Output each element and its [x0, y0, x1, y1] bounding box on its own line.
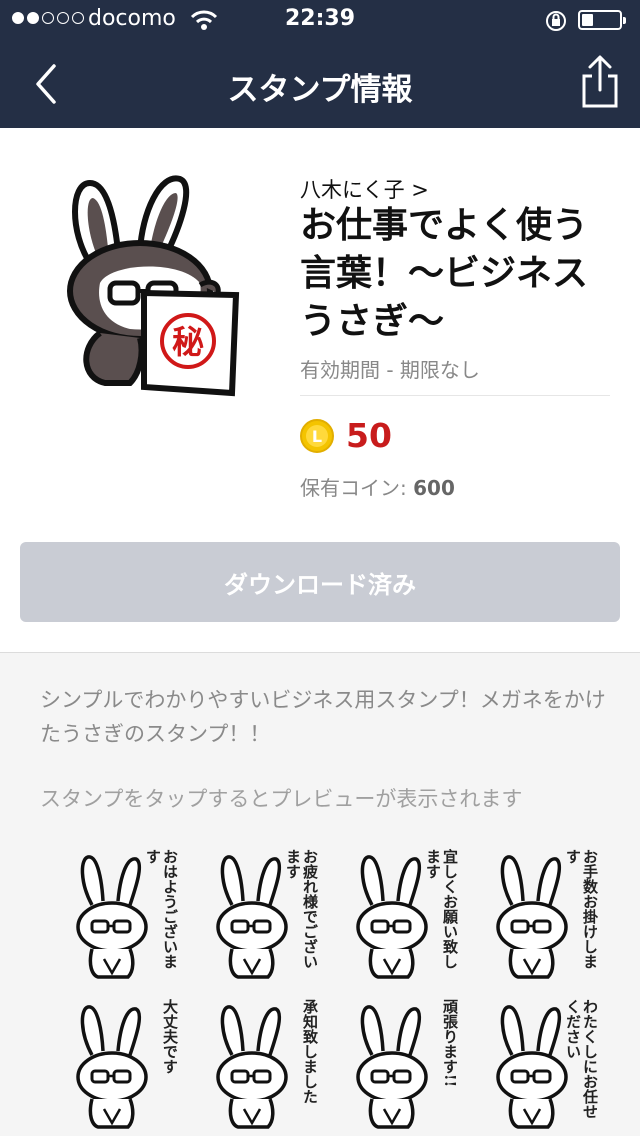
rotation-lock-icon	[546, 11, 566, 31]
svg-text:L: L	[312, 427, 322, 446]
divider	[300, 395, 610, 396]
status-bar: docomo 22:39	[0, 0, 640, 40]
owned-coins: 保有コイン: 600	[300, 476, 455, 500]
sticker-preview[interactable]: 承知致しました	[180, 993, 320, 1133]
page-title: スタンプ情報	[227, 72, 413, 108]
sticker-caption: お疲れ様でございます	[284, 849, 319, 969]
sticker-preview[interactable]: おはようございます	[40, 843, 180, 983]
sticker-description: シンプルでわかりやすいビジネス用スタンプ！メガネをかけたうさぎのスタンプ！！	[40, 688, 606, 746]
sticker-header: 秘 八木にく子 > お仕事でよく使う言葉！〜ビジネスうさぎ〜 有効期間 - 期限…	[0, 128, 640, 648]
sticker-title: お仕事でよく使う言葉！〜ビジネスうさぎ〜	[300, 205, 589, 342]
sticker-caption: 頑張ります!!	[441, 999, 459, 1088]
sticker-preview[interactable]: 大丈夫です	[40, 993, 180, 1133]
sticker-preview[interactable]: お手数お掛けします	[460, 843, 600, 983]
sticker-caption: 承知致しました	[301, 999, 319, 1104]
sticker-preview[interactable]: 頑張ります!!	[320, 993, 460, 1133]
validity-period: 有効期間 - 期限なし	[300, 358, 480, 382]
sticker-preview[interactable]: お疲れ様でございます	[180, 843, 320, 983]
sticker-thumbnail: 秘	[67, 175, 240, 397]
line-coin-icon: L	[300, 419, 334, 453]
sticker-caption: おはようございます	[144, 849, 179, 969]
author-link[interactable]: 八木にく子 >	[300, 174, 429, 204]
navigation-bar: スタンプ情報	[0, 40, 640, 128]
sticker-caption: お手数お掛けします	[564, 849, 599, 969]
share-icon[interactable]	[578, 54, 622, 110]
seal-character: 秘	[172, 323, 204, 361]
sticker-preview[interactable]: 宜しくお願い致します	[320, 843, 460, 983]
sticker-caption: 大丈夫です	[161, 999, 179, 1074]
sticker-details: シンプルでわかりやすいビジネス用スタンプ！メガネをかけたうさぎのスタンプ！！ ス…	[0, 653, 640, 1136]
sticker-caption: わたくしにお任せください	[564, 999, 599, 1119]
download-button[interactable]: ダウンロード済み	[20, 542, 620, 622]
battery-icon	[578, 10, 626, 30]
price: 50	[346, 416, 392, 455]
preview-hint: スタンプをタップするとプレビューが表示されます	[40, 787, 523, 811]
sticker-preview[interactable]: わたくしにお任せください	[460, 993, 600, 1133]
sticker-caption: 宜しくお願い致します	[424, 849, 459, 969]
